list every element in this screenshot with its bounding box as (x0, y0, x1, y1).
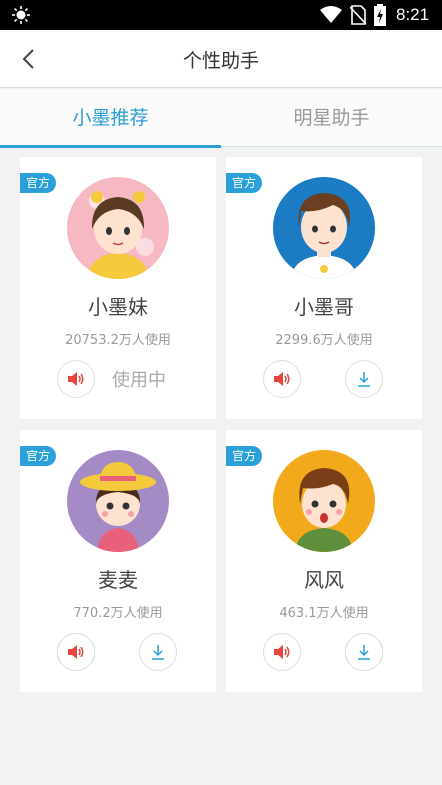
status-bar: 8:21 (0, 0, 442, 30)
avatar (273, 450, 375, 552)
official-badge: 官方 (20, 173, 56, 193)
preview-voice-button[interactable] (263, 360, 301, 398)
download-button[interactable] (139, 633, 177, 671)
brightness-icon (12, 6, 30, 24)
usage-count: 20753.2万人使用 (65, 333, 171, 348)
assistant-card[interactable]: 官方 小墨妹 20753.2万人使用 使用中 (20, 157, 216, 419)
usage-count: 2299.6万人使用 (275, 333, 373, 348)
preview-voice-button[interactable] (263, 633, 301, 671)
page-title: 个性助手 (182, 50, 259, 72)
usage-count: 463.1万人使用 (279, 606, 369, 621)
assistant-card[interactable]: 官方 麦麦 770.2万人使用 (20, 430, 216, 692)
download-icon (358, 372, 370, 387)
assistant-name: 麦麦 (98, 568, 138, 592)
download-button[interactable] (345, 633, 383, 671)
no-sim-icon (350, 5, 366, 25)
clock: 8:21 (396, 5, 430, 24)
official-badge: 官方 (226, 173, 262, 193)
avatar (273, 177, 375, 279)
speaker-icon (68, 372, 84, 386)
title-bar: 个性助手 (0, 30, 442, 88)
download-icon (358, 645, 370, 660)
assistant-name: 风风 (304, 568, 344, 592)
battery-charging-icon (374, 4, 386, 26)
download-icon (152, 645, 164, 660)
speaker-icon (274, 372, 290, 386)
speaker-icon (274, 645, 290, 659)
official-badge: 官方 (226, 446, 262, 466)
assistant-name: 小墨哥 (294, 295, 354, 319)
wifi-icon (320, 6, 342, 23)
avatar (67, 177, 169, 279)
tab-recommended[interactable]: 小墨推荐 (0, 89, 221, 148)
speaker-icon (68, 645, 84, 659)
tab-bar: 小墨推荐 明星助手 (0, 89, 442, 148)
in-use-status: 使用中 (112, 370, 166, 391)
preview-voice-button[interactable] (57, 633, 95, 671)
assistant-card[interactable]: 官方 风风 463.1万人使用 (226, 430, 422, 692)
usage-count: 770.2万人使用 (73, 606, 163, 621)
avatar (67, 450, 169, 552)
official-badge: 官方 (20, 446, 56, 466)
assistant-card[interactable]: 官方 小墨哥 2299.6万人使用 (226, 157, 422, 419)
tab-star-assistants[interactable]: 明星助手 (221, 89, 442, 147)
download-button[interactable] (345, 360, 383, 398)
preview-voice-button[interactable] (57, 360, 95, 398)
assistant-name: 小墨妹 (88, 295, 148, 319)
